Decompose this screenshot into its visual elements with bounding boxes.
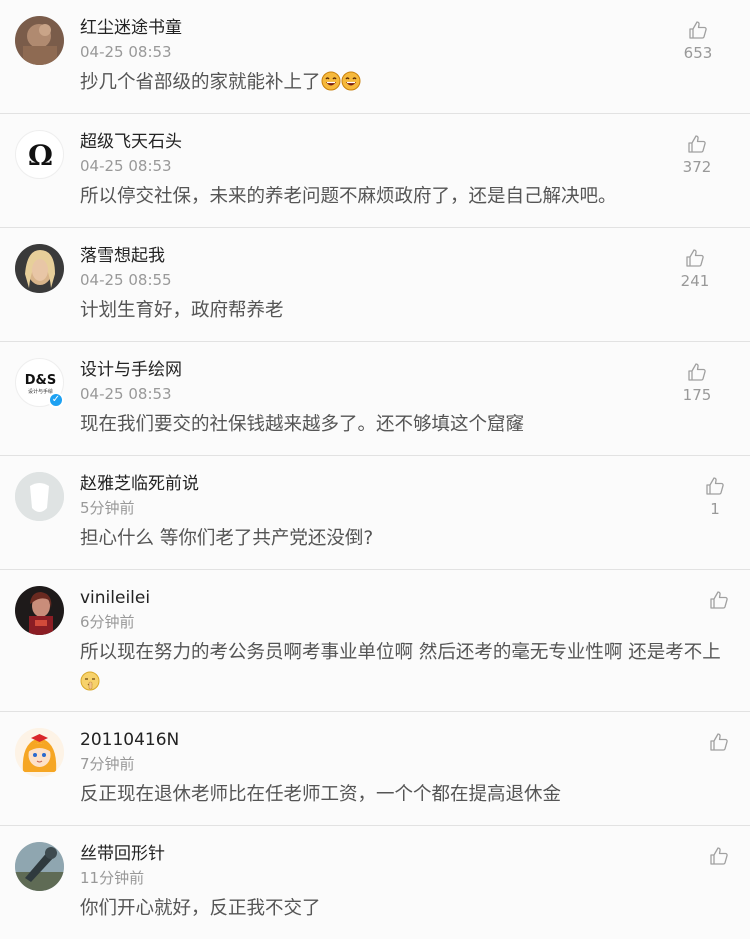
comment-item: Ω 超级飞天石头 04-25 08:53 所以停交社保，未来的养老问题不麻烦政府… — [0, 114, 750, 228]
comment-text: 担心什么 等你们老了共产党还没倒? — [80, 528, 374, 549]
like-button[interactable]: 175 — [677, 362, 717, 405]
thumbs-up-icon — [710, 847, 728, 865]
comment-item: 丝带回形针 11分钟前 你们开心就好，反正我不交了 — [0, 826, 750, 939]
thumbs-up-icon — [710, 591, 728, 609]
svg-text:D&S: D&S — [25, 373, 57, 388]
like-count: 1 — [710, 500, 720, 518]
thumbs-up-icon — [706, 477, 724, 495]
avatar[interactable] — [15, 728, 64, 777]
username[interactable]: 超级飞天石头 — [80, 131, 182, 153]
shushing-emoji-icon — [80, 671, 100, 701]
comment-time: 5分钟前 — [80, 499, 135, 517]
comment-time: 6分钟前 — [80, 613, 135, 631]
comment-item: 赵雅芝临死前说 5分钟前 担心什么 等你们老了共产党还没倒? 1 — [0, 456, 750, 570]
comment-text: 现在我们要交的社保钱越来越多了。还不够填这个窟窿 — [80, 414, 525, 435]
avatar[interactable] — [15, 842, 64, 891]
verified-badge-icon: ✓ — [48, 392, 64, 408]
comment-item: 红尘迷途书童 04-25 08:53 抄几个省部级的家就能补上了 653 — [0, 0, 750, 114]
avatar[interactable] — [15, 472, 64, 521]
avatar[interactable] — [15, 16, 64, 65]
like-button[interactable]: 653 — [678, 20, 718, 63]
comment-time: 04-25 08:53 — [80, 385, 172, 403]
comment-text: 你们开心就好，反正我不交了 — [80, 898, 321, 919]
username[interactable]: 20110416N — [80, 729, 179, 751]
thumbs-up-icon — [688, 363, 706, 381]
comment-item: D&S 设计与手绘 ✓ 设计与手绘网 04-25 08:53 现在我们要交的社保钱… — [0, 342, 750, 456]
comment-time: 04-25 08:53 — [80, 157, 172, 175]
comment-time: 04-25 08:53 — [80, 43, 172, 61]
thumbs-up-icon — [710, 733, 728, 751]
default-avatar-icon — [15, 472, 64, 521]
thumbs-up-icon — [686, 249, 704, 267]
comment-text: 计划生育好，政府帮养老 — [80, 300, 284, 321]
avatar[interactable]: Ω — [15, 130, 64, 179]
like-button[interactable] — [699, 732, 739, 755]
username[interactable]: vinileilei — [80, 587, 150, 609]
like-count: 175 — [682, 386, 712, 404]
comment-text: 所以现在努力的考公务员啊考事业单位啊 然后还考的毫无专业性啊 还是考不上 — [80, 638, 736, 701]
comment-text-content: 抄几个省部级的家就能补上了 — [80, 72, 321, 93]
like-button[interactable] — [699, 846, 739, 869]
comment-time: 11分钟前 — [80, 869, 145, 887]
username[interactable]: 丝带回形针 — [80, 843, 165, 865]
like-count: 653 — [683, 44, 713, 62]
like-button[interactable]: 1 — [695, 476, 735, 519]
thumbs-up-icon — [688, 135, 706, 153]
laughing-emoji-icon — [321, 71, 341, 101]
avatar[interactable] — [15, 244, 64, 293]
username[interactable]: 落雪想起我 — [80, 245, 165, 267]
comment-item: 20110416N 7分钟前 反正现在退休老师比在任老师工资，一个个都在提高退休… — [0, 712, 750, 826]
comment-text: 所以停交社保，未来的养老问题不麻烦政府了，还是自己解决吧。 — [80, 186, 617, 207]
username[interactable]: 红尘迷途书童 — [80, 17, 182, 39]
comment-item: vinileilei 6分钟前 所以现在努力的考公务员啊考事业单位啊 然后还考的… — [0, 570, 750, 712]
thumbs-up-icon — [689, 21, 707, 39]
omega-logo-icon: Ω — [28, 139, 53, 172]
comment-time: 7分钟前 — [80, 755, 135, 773]
like-button[interactable]: 241 — [675, 248, 715, 291]
laughing-emoji-icon — [341, 71, 361, 101]
comment-text: 反正现在退休老师比在任老师工资，一个个都在提高退休金 — [80, 784, 562, 805]
like-button[interactable] — [699, 590, 739, 613]
like-button[interactable]: 372 — [677, 134, 717, 177]
username[interactable]: 赵雅芝临死前说 — [80, 473, 199, 495]
comment-text-content: 所以现在努力的考公务员啊考事业单位啊 然后还考的毫无专业性啊 还是考不上 — [80, 642, 721, 663]
comment-text: 抄几个省部级的家就能补上了 — [80, 68, 736, 101]
like-count: 372 — [682, 158, 712, 176]
comment-time: 04-25 08:55 — [80, 271, 172, 289]
svg-text:Ω: Ω — [28, 139, 53, 172]
username[interactable]: 设计与手绘网 — [80, 359, 182, 381]
like-count: 241 — [680, 272, 710, 290]
comment-list: 红尘迷途书童 04-25 08:53 抄几个省部级的家就能补上了 653 Ω 超… — [0, 0, 750, 939]
avatar[interactable] — [15, 586, 64, 635]
comment-item: 落雪想起我 04-25 08:55 计划生育好，政府帮养老 241 — [0, 228, 750, 342]
